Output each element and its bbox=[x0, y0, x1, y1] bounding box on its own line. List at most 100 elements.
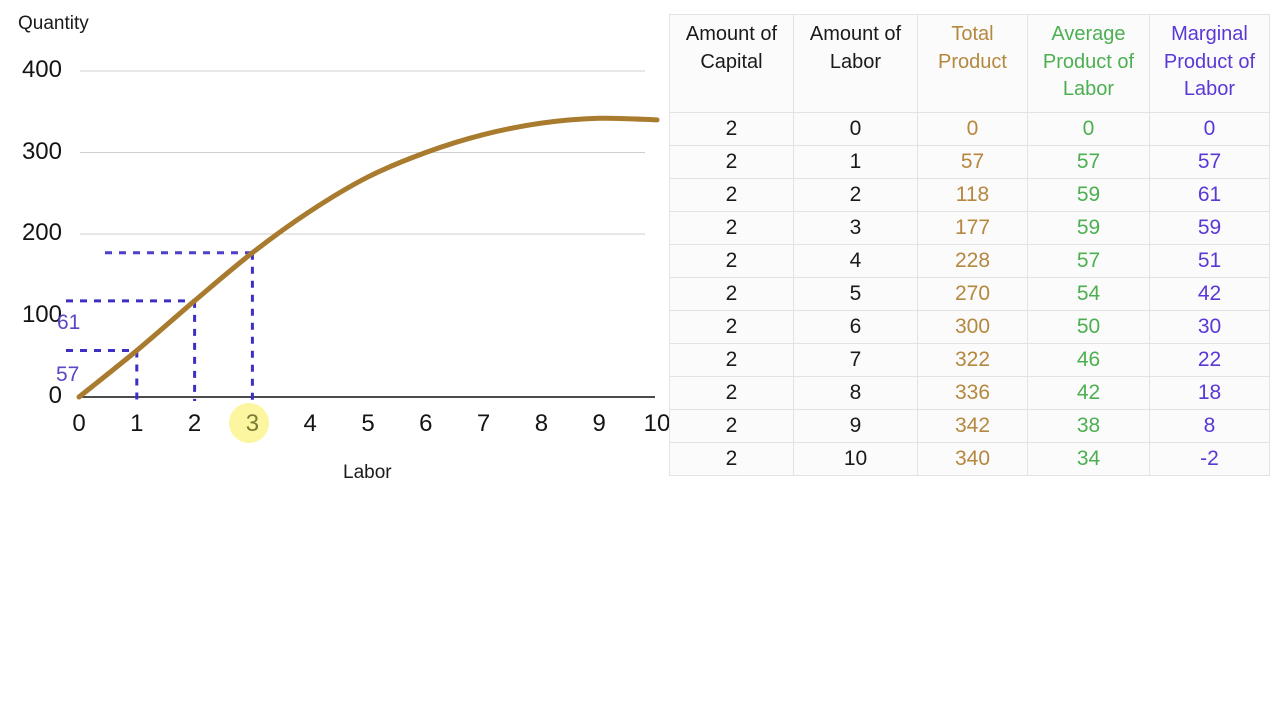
table-cell-capital: 2 bbox=[669, 309, 794, 344]
table-column-header-total-product: Total Product bbox=[917, 14, 1028, 113]
table-cell-total-product: 342 bbox=[917, 408, 1028, 443]
table-row: 2 4 228 57 51 bbox=[669, 243, 1270, 278]
table-cell-labor: 0 bbox=[793, 111, 918, 146]
table-cell-total-product: 300 bbox=[917, 309, 1028, 344]
table-cell-average-product: 34 bbox=[1027, 441, 1150, 476]
table-cell-capital: 2 bbox=[669, 111, 794, 146]
table-column-header-marginal-product: Marginal Product of Labor bbox=[1149, 14, 1270, 113]
y-axis-tick-label: 0 bbox=[48, 382, 62, 409]
table-cell-marginal-product: 51 bbox=[1149, 243, 1270, 278]
table-cell-labor: 3 bbox=[793, 210, 918, 245]
table-row: 2 8 336 42 18 bbox=[669, 375, 1270, 410]
table-row: 2 3 177 59 59 bbox=[669, 210, 1270, 245]
table-cell-total-product: 322 bbox=[917, 342, 1028, 377]
table-cell-labor: 4 bbox=[793, 243, 918, 278]
table-cell-marginal-product: 18 bbox=[1149, 375, 1270, 410]
table-cell-marginal-product: 0 bbox=[1149, 111, 1270, 146]
table-cell-total-product: 270 bbox=[917, 276, 1028, 311]
table-cell-marginal-product: 8 bbox=[1149, 408, 1270, 443]
table-cell-capital: 2 bbox=[669, 375, 794, 410]
table-cell-marginal-product: 42 bbox=[1149, 276, 1270, 311]
y-axis-tick-label: 300 bbox=[21, 137, 62, 165]
table-cell-total-product: 228 bbox=[917, 243, 1028, 278]
page-root: Quantity Labor 0 100 200 300 400 01234567891… bbox=[0, 0, 1280, 720]
y-axis-tick-label: 100 bbox=[21, 300, 62, 328]
table-cell-total-product: 57 bbox=[917, 144, 1028, 179]
table-body: 2 0 0 0 0 2 1 57 57 57 2 2 118 59 61 2 3 177 59 59 2 4 228 57 51… bbox=[669, 111, 1270, 476]
table-cell-marginal-product: 61 bbox=[1149, 177, 1270, 212]
x-axis-tick-label: 6 bbox=[419, 410, 433, 437]
table-header-row: Amount of Capital Amount of Labor Total Pr… bbox=[669, 14, 1270, 113]
table-cell-average-product: 57 bbox=[1027, 243, 1150, 278]
table-row: 2 7 322 46 22 bbox=[669, 342, 1270, 377]
table-cell-marginal-product: 59 bbox=[1149, 210, 1270, 245]
x-axis-tick-label: 4 bbox=[303, 410, 317, 437]
x-axis-tick-label: 9 bbox=[592, 410, 606, 437]
table-cell-average-product: 59 bbox=[1027, 177, 1150, 212]
table-cell-marginal-product: 57 bbox=[1149, 144, 1270, 179]
table-cell-capital: 2 bbox=[669, 144, 794, 179]
x-axis-tick-label: 5 bbox=[361, 410, 375, 437]
production-data-table-wrapper: Amount of Capital Amount of Labor Total Pr… bbox=[669, 14, 1270, 476]
table-column-header-average-product: Average Product of Labor bbox=[1027, 14, 1150, 113]
table-cell-average-product: 54 bbox=[1027, 276, 1150, 311]
table-cell-capital: 2 bbox=[669, 441, 794, 476]
table-cell-total-product: 336 bbox=[917, 375, 1028, 410]
table-cell-average-product: 46 bbox=[1027, 342, 1150, 377]
table-cell-total-product: 0 bbox=[917, 111, 1028, 146]
table-column-header-capital: Amount of Capital bbox=[669, 14, 794, 113]
x-axis-tick-label: 8 bbox=[534, 410, 549, 437]
y-axis-tick-label: 200 bbox=[21, 219, 62, 246]
total-product-curve bbox=[76, 115, 660, 400]
table-cell-capital: 2 bbox=[669, 276, 794, 311]
table-row: 2 5 270 54 42 bbox=[669, 276, 1270, 311]
table-cell-labor: 10 bbox=[793, 441, 918, 476]
table-cell-marginal-product: 30 bbox=[1149, 309, 1270, 344]
table-cell-labor: 9 bbox=[793, 408, 918, 443]
table-cell-marginal-product: 22 bbox=[1149, 342, 1270, 377]
table-cell-average-product: 42 bbox=[1027, 375, 1150, 410]
table-row: 2 9 342 38 8 bbox=[669, 408, 1270, 443]
table-row: 2 2 118 59 61 bbox=[669, 177, 1270, 212]
y-axis-title: Quantity bbox=[18, 13, 89, 34]
table-cell-marginal-product: -2 bbox=[1149, 441, 1270, 476]
table-column-header-labor: Amount of Labor bbox=[793, 14, 918, 113]
table-cell-average-product: 0 bbox=[1027, 111, 1150, 146]
table-cell-total-product: 340 bbox=[917, 441, 1028, 476]
chart-canvas bbox=[66, 70, 660, 401]
table-cell-labor: 5 bbox=[793, 276, 918, 311]
table-cell-capital: 2 bbox=[669, 408, 794, 443]
table-cell-average-product: 57 bbox=[1027, 144, 1150, 179]
production-data-table: Amount of Capital Amount of Labor Total Pr… bbox=[669, 14, 1270, 476]
production-function-chart: Quantity Labor 0 100 200 300 400 01234567891… bbox=[0, 0, 670, 500]
table-cell-labor: 8 bbox=[793, 375, 918, 410]
table-cell-total-product: 118 bbox=[917, 177, 1028, 212]
table-header: Amount of Capital Amount of Labor Total Pr… bbox=[669, 14, 1270, 113]
x-axis-tick-label: 7 bbox=[476, 410, 491, 437]
table-row: 2 1 57 57 57 bbox=[669, 144, 1270, 179]
table-cell-labor: 1 bbox=[793, 144, 918, 179]
table-cell-capital: 2 bbox=[669, 177, 794, 212]
x-axis-tick-label-highlighted: 3 bbox=[245, 410, 260, 437]
y-axis-tick-label: 400 bbox=[21, 56, 62, 83]
x-axis-tick-label: 0 bbox=[72, 410, 86, 437]
x-axis-tick-label: 1 bbox=[130, 410, 144, 437]
table-cell-labor: 2 bbox=[793, 177, 918, 212]
table-cell-total-product: 177 bbox=[917, 210, 1028, 245]
x-axis-tick-label: 2 bbox=[187, 410, 202, 437]
table-row: 2 10 340 34 -2 bbox=[669, 441, 1270, 476]
table-cell-labor: 7 bbox=[793, 342, 918, 377]
table-cell-average-product: 59 bbox=[1027, 210, 1150, 245]
gridlines bbox=[80, 70, 645, 235]
x-axis-title: Labor bbox=[343, 462, 392, 483]
table-cell-average-product: 50 bbox=[1027, 309, 1150, 344]
guide-value-label: 57 bbox=[56, 363, 80, 386]
table-cell-average-product: 38 bbox=[1027, 408, 1150, 443]
guide-value-label: 61 bbox=[57, 311, 81, 334]
table-cell-capital: 2 bbox=[669, 342, 794, 377]
table-row: 2 6 300 50 30 bbox=[669, 309, 1270, 344]
table-cell-capital: 2 bbox=[669, 210, 794, 245]
table-row: 20000 bbox=[669, 111, 1270, 146]
table-cell-capital: 2 bbox=[669, 243, 794, 278]
table-cell-labor: 6 bbox=[793, 309, 918, 344]
